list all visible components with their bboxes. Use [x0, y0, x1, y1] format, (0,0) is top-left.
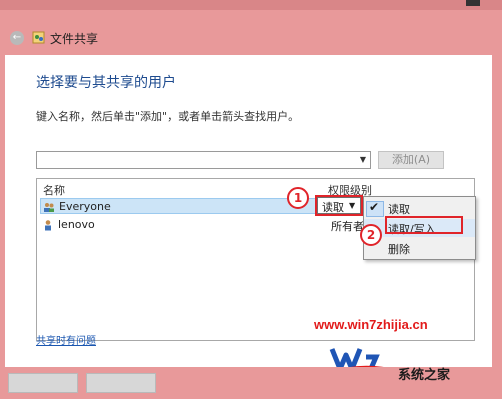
brand-text: 系统之家	[398, 368, 451, 383]
row-user-name: Everyone	[59, 200, 111, 213]
menu-item-delete[interactable]: 删除	[364, 239, 475, 257]
sharing-trouble-link[interactable]: 共享时有问题	[36, 332, 96, 347]
group-users-icon	[44, 203, 54, 212]
menu-item-label: 读取	[388, 203, 410, 216]
instruction-text: 键入名称，然后单击"添加"，或者单击箭头查找用户。	[36, 110, 300, 123]
back-arrow-icon[interactable]: ←	[10, 31, 24, 45]
footer-button[interactable]	[8, 373, 78, 393]
user-icon	[45, 220, 51, 231]
watermark-url: www.win7zhijia.cn	[314, 317, 428, 332]
close-edge	[466, 0, 480, 6]
row-user-name: lenovo	[58, 218, 95, 231]
step-2-marker: 2	[360, 224, 382, 246]
highlight-box-read-write	[385, 216, 463, 234]
add-button[interactable]: 添加(A)	[378, 151, 444, 169]
menu-item-label: 删除	[388, 243, 410, 256]
footer-button[interactable]	[86, 373, 156, 393]
top-window-edge	[0, 0, 502, 10]
file-share-icon	[32, 31, 45, 44]
combo-arrow-icon[interactable]: ▼	[358, 153, 368, 167]
title-bar: ← 文件共享	[0, 28, 502, 50]
page-heading: 选择要与其共享的用户	[36, 75, 176, 91]
menu-item-read[interactable]: ✔ 读取	[364, 199, 475, 217]
highlight-box-dropdown	[315, 195, 363, 216]
window-title: 文件共享	[50, 32, 99, 46]
column-header-name: 名称	[43, 184, 65, 197]
row-permission: 所有者	[331, 220, 364, 233]
step-1-marker: 1	[287, 187, 309, 209]
checkmark-icon: ✔	[369, 200, 380, 214]
user-name-combobox[interactable]: ▼	[36, 151, 371, 169]
